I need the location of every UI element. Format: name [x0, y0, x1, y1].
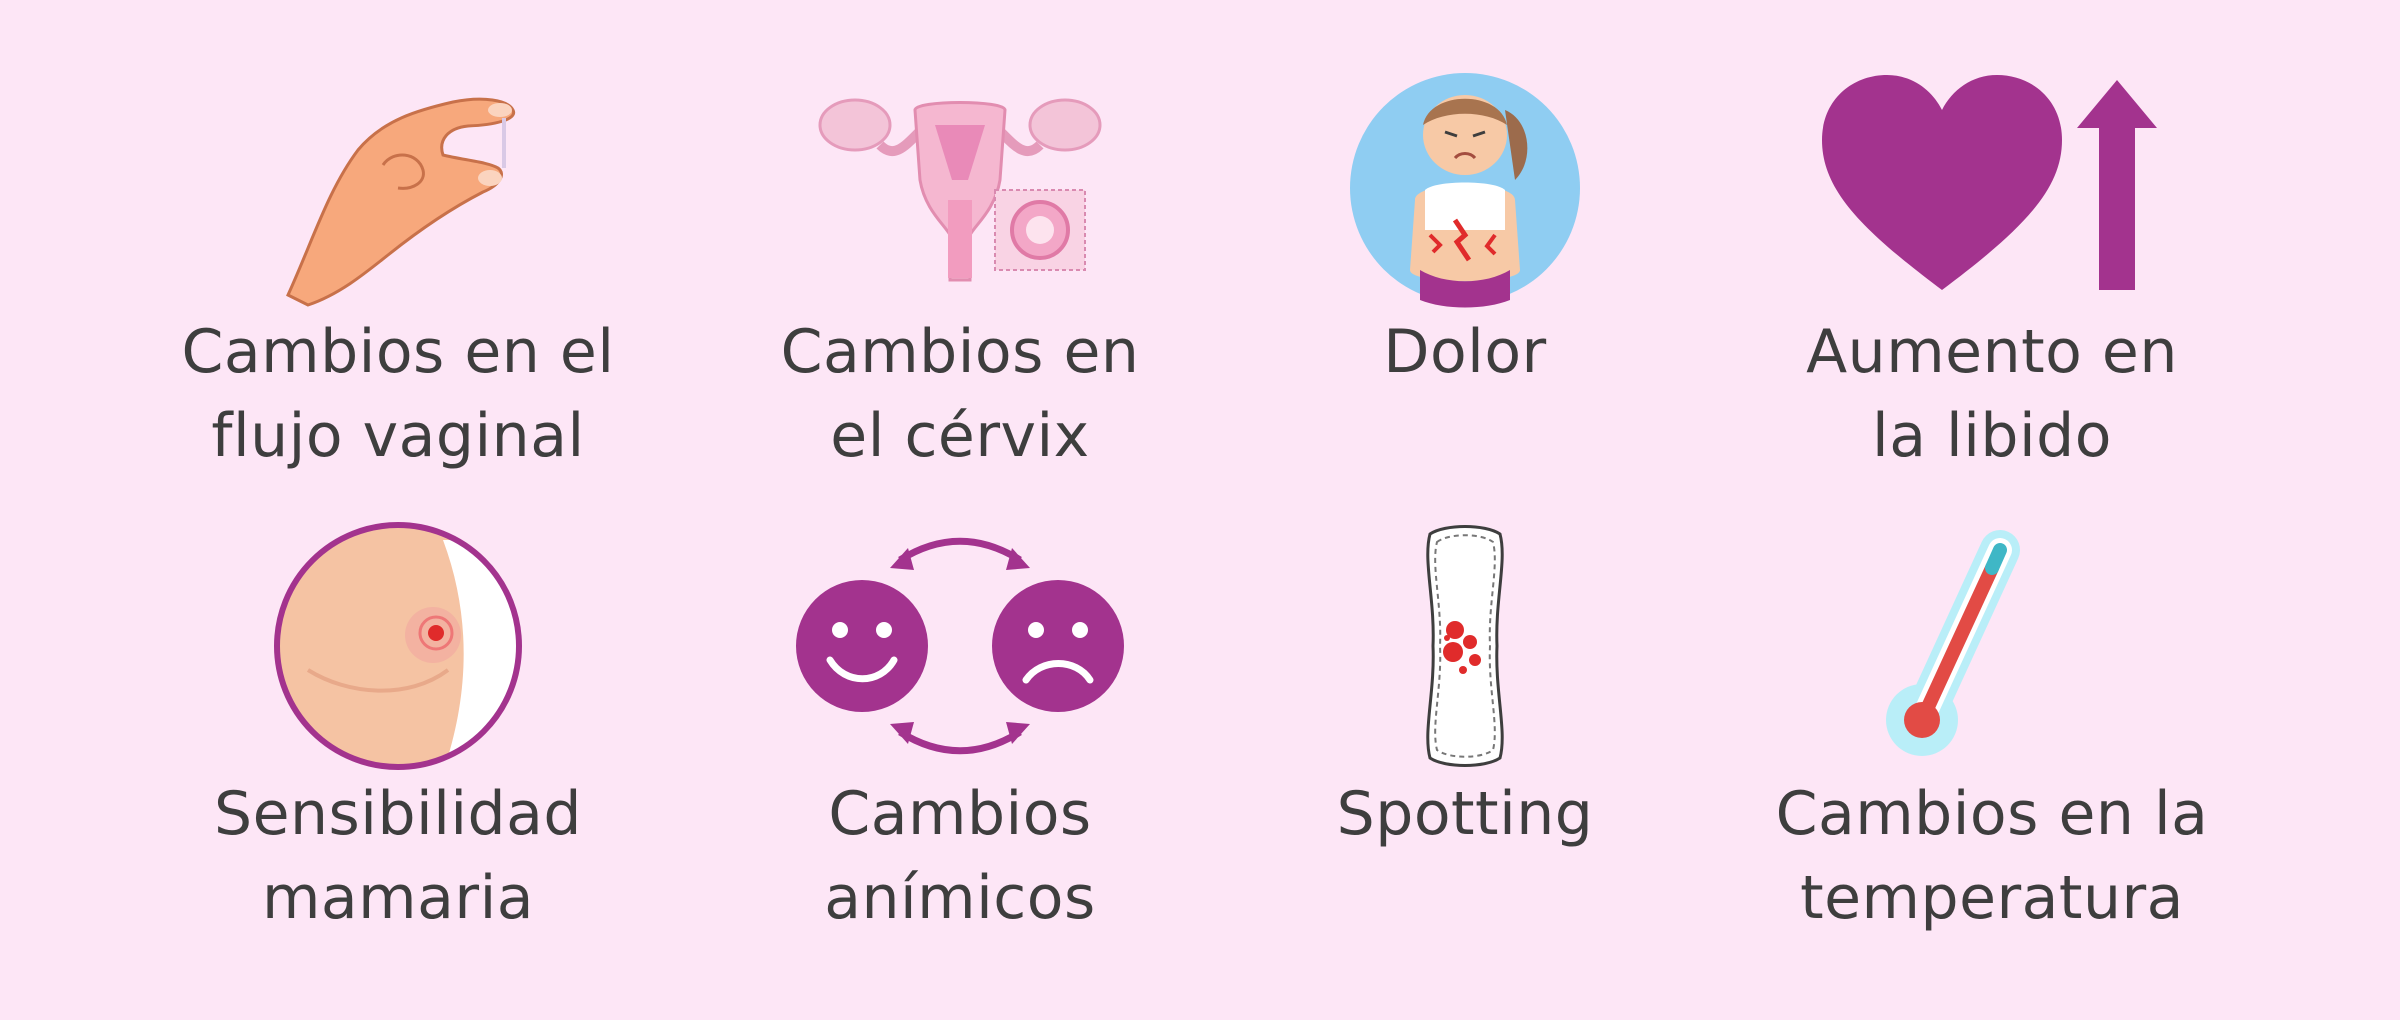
label-line-2: temperatura — [1800, 863, 2184, 933]
woman-pain-icon — [1350, 73, 1580, 308]
label-line-1: Dolor — [1383, 317, 1547, 387]
hand-pinch-icon — [286, 97, 516, 307]
item-flujo-vaginal: Cambios en el flujo vaginal — [118, 70, 678, 478]
label-line-1: Cambios en el — [181, 317, 615, 387]
item-libido: Aumento en la libido — [1712, 70, 2272, 478]
label-line-2: el cérvix — [830, 401, 1090, 471]
label-line-1: Cambios en — [780, 317, 1140, 387]
heart-up-arrow-icon — [1822, 75, 2157, 290]
label-line-1: Aumento en — [1806, 317, 2178, 387]
label-line-1: Cambios — [828, 779, 1092, 849]
breast-icon — [274, 522, 522, 770]
label-line-2: mamaria — [261, 863, 535, 933]
item-dolor: Dolor — [1185, 70, 1745, 394]
mood-faces-icon — [796, 537, 1124, 755]
item-spotting: Spotting — [1185, 520, 1745, 856]
label-line-2: la libido — [1872, 401, 2112, 471]
label-line-1: Cambios en la — [1775, 779, 2209, 849]
label-line-1: Spotting — [1336, 779, 1594, 849]
label-line-2: flujo vaginal — [211, 401, 585, 471]
panty-liner-icon — [1426, 525, 1504, 767]
label-line-1: Sensibilidad — [214, 779, 582, 849]
item-cervix: Cambios en el cérvix — [680, 70, 1240, 478]
item-temperatura: Cambios en la temperatura — [1712, 520, 2272, 940]
item-sensibilidad: Sensibilidad mamaria — [118, 520, 678, 940]
item-animicos: Cambios anímicos — [680, 520, 1240, 940]
label-line-2: anímicos — [824, 863, 1096, 933]
thermometer-icon — [1886, 530, 2020, 756]
uterus-icon — [818, 98, 1102, 282]
